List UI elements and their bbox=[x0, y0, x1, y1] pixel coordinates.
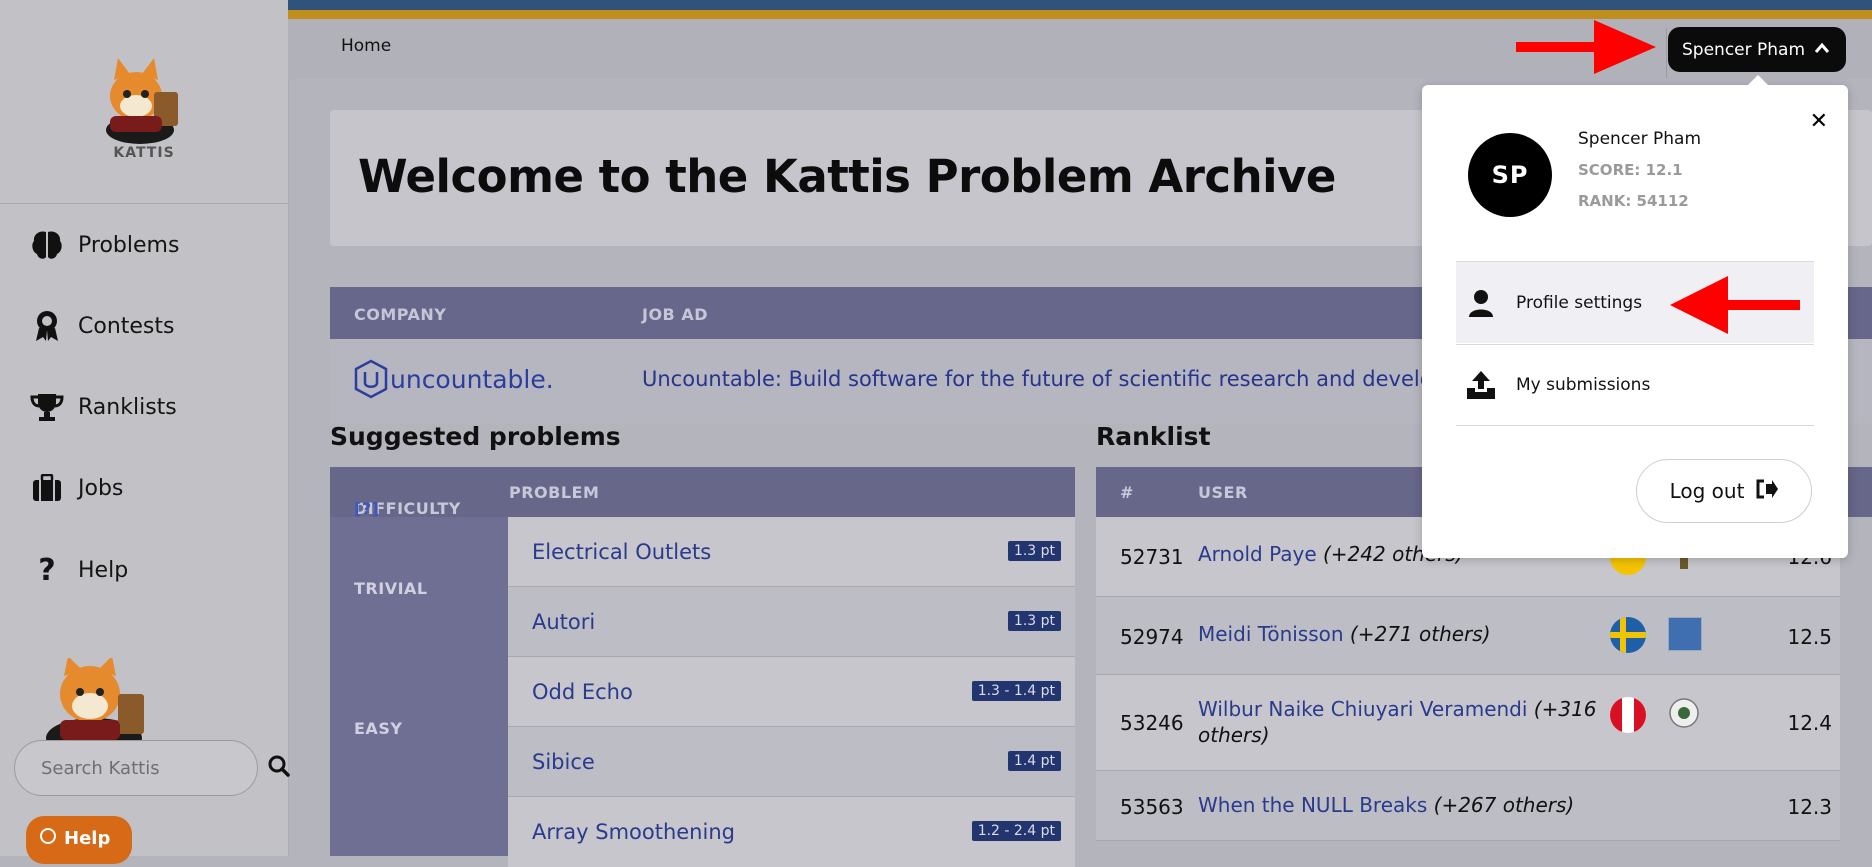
red-arrow-left-icon bbox=[1670, 272, 1800, 342]
column-header-company: COMPANY bbox=[354, 305, 447, 324]
user-link[interactable]: When the NULL Breaks (+267 others) bbox=[1198, 792, 1598, 818]
upload-icon bbox=[1466, 370, 1496, 400]
search-input[interactable] bbox=[39, 756, 268, 780]
menu-item-label: Profile settings bbox=[1516, 292, 1643, 313]
help-circle-icon bbox=[40, 828, 56, 844]
rank-score: 12.4 bbox=[1787, 711, 1832, 735]
sidebar-item-problems[interactable]: Problems bbox=[30, 225, 179, 265]
ranklist-row[interactable]: 53563 When the NULL Breaks (+267 others)… bbox=[1096, 771, 1840, 841]
points-badge: 1.2 - 2.4 pt bbox=[971, 821, 1061, 841]
sidebar-item-jobs[interactable]: Jobs bbox=[30, 468, 123, 508]
rank-number: 53246 bbox=[1120, 711, 1184, 735]
rank-score: 12.3 bbox=[1787, 795, 1832, 819]
menu-item-my-submissions[interactable]: My submissions bbox=[1456, 344, 1814, 426]
brain-icon bbox=[30, 228, 64, 262]
problem-link[interactable]: Array Smoothening bbox=[532, 820, 735, 844]
sidebar: KATTIS Problems Contests Ranklists Jobs … bbox=[0, 0, 290, 864]
sidebar-item-label: Help bbox=[78, 557, 129, 583]
profile-name[interactable]: Spencer Pham bbox=[1578, 129, 1701, 149]
search-icon[interactable] bbox=[268, 755, 290, 781]
points-badge: 1.3 - 1.4 pt bbox=[971, 681, 1061, 701]
rank-score: 12.5 bbox=[1787, 625, 1832, 649]
points-badge: 1.3 pt bbox=[1007, 541, 1061, 561]
avatar[interactable]: SP bbox=[1468, 133, 1552, 217]
close-icon[interactable]: ✕ bbox=[1810, 109, 1828, 134]
uncountable-hex-icon bbox=[354, 359, 388, 399]
kth-badge-icon bbox=[1668, 617, 1702, 651]
company-name: uncountable. bbox=[390, 364, 554, 394]
profile-score: SCORE: 12.1 bbox=[1578, 161, 1683, 179]
problem-row[interactable]: Array Smoothening 1.2 - 2.4 pt bbox=[508, 797, 1075, 867]
sign-out-icon bbox=[1756, 479, 1779, 504]
question-icon: ? bbox=[38, 552, 56, 588]
difficulty-easy: EASY bbox=[354, 719, 403, 738]
sidebar-item-label: Problems bbox=[78, 232, 180, 258]
sidebar-item-label: Ranklists bbox=[78, 394, 177, 420]
column-header-rank: # bbox=[1120, 483, 1134, 502]
ranklist-row[interactable]: 53246 Wilbur Naike Chiuyari Veramendi (+… bbox=[1096, 675, 1840, 771]
suggested-problems-title: Suggested problems bbox=[330, 422, 621, 451]
page-title: Welcome to the Kattis Problem Archive bbox=[358, 150, 1336, 203]
help-widget-label: Help bbox=[64, 828, 111, 849]
top-accent-bar bbox=[288, 0, 1872, 10]
sidebar-item-contests[interactable]: Contests bbox=[30, 306, 174, 346]
company-logo[interactable]: uncountable. bbox=[354, 359, 554, 399]
user-icon bbox=[1466, 288, 1496, 318]
award-icon bbox=[30, 309, 64, 343]
ranklist-row[interactable]: 52974 Meidi Tönisson (+271 others) 12.5 bbox=[1096, 597, 1840, 675]
sidebar-item-help[interactable]: ? Help bbox=[30, 550, 128, 590]
job-ad-link[interactable]: Uncountable: Build software for the futu… bbox=[642, 367, 1466, 391]
suggested-table-header: DIFFICULTY [?] PROBLEM bbox=[330, 467, 1075, 518]
user-link[interactable]: Meidi Tönisson (+271 others) bbox=[1198, 621, 1598, 647]
trophy-icon bbox=[30, 390, 64, 424]
sidebar-item-ranklists[interactable]: Ranklists bbox=[30, 387, 177, 427]
sidebar-divider bbox=[0, 203, 288, 204]
logout-label: Log out bbox=[1669, 479, 1745, 503]
difficulty-help-link[interactable]: [?] bbox=[354, 499, 379, 518]
problem-row[interactable]: Autori 1.3 pt bbox=[508, 587, 1075, 657]
dropdown-caret bbox=[1747, 75, 1769, 86]
profile-rank: RANK: 54112 bbox=[1578, 192, 1689, 210]
problem-row[interactable]: Electrical Outlets 1.3 pt bbox=[508, 517, 1075, 587]
header-divider bbox=[1666, 28, 1667, 78]
kattis-mascot-image bbox=[44, 656, 164, 758]
flag-peru-icon bbox=[1610, 697, 1646, 733]
points-badge: 1.3 pt bbox=[1007, 611, 1061, 631]
menu-item-label: My submissions bbox=[1516, 375, 1651, 395]
user-link[interactable]: Wilbur Naike Chiuyari Veramendi (+316 ot… bbox=[1198, 696, 1598, 748]
kattis-cat-icon bbox=[106, 58, 178, 144]
difficulty-trivial: TRIVIAL bbox=[354, 579, 428, 598]
ranklist-title: Ranklist bbox=[1096, 422, 1211, 451]
kattis-logo[interactable] bbox=[0, 54, 288, 148]
rank-number: 52731 bbox=[1120, 545, 1184, 569]
flag-sweden-icon bbox=[1610, 617, 1646, 653]
help-widget-button[interactable]: Help bbox=[26, 816, 132, 864]
problem-link[interactable]: Odd Echo bbox=[532, 680, 633, 704]
user-menu-button[interactable]: Spencer Pham bbox=[1668, 27, 1846, 72]
sidebar-item-label: Contests bbox=[78, 313, 175, 339]
user-menu-label: Spencer Pham bbox=[1682, 39, 1806, 60]
column-header-user: USER bbox=[1198, 483, 1248, 502]
problem-link[interactable]: Electrical Outlets bbox=[532, 540, 711, 564]
points-badge: 1.4 pt bbox=[1007, 751, 1061, 771]
sidebar-item-label: Jobs bbox=[78, 475, 124, 501]
rank-number: 53563 bbox=[1120, 795, 1184, 819]
column-header-problem: PROBLEM bbox=[509, 483, 600, 502]
difficulty-column: TRIVIAL EASY bbox=[330, 517, 508, 856]
kattis-label: KATTIS bbox=[113, 145, 175, 161]
rank-number: 52974 bbox=[1120, 625, 1184, 649]
problem-row[interactable]: Odd Echo 1.3 - 1.4 pt bbox=[508, 657, 1075, 727]
briefcase-icon bbox=[30, 471, 64, 505]
column-header-job-ad: JOB AD bbox=[642, 305, 708, 324]
university-seal-icon bbox=[1668, 697, 1700, 729]
problem-row[interactable]: Sibice 1.4 pt bbox=[508, 727, 1075, 797]
search-box bbox=[14, 740, 290, 796]
logout-button[interactable]: Log out bbox=[1636, 459, 1812, 523]
problem-link[interactable]: Sibice bbox=[532, 750, 595, 774]
problem-link[interactable]: Autori bbox=[532, 610, 595, 634]
red-arrow-right-icon bbox=[1516, 16, 1656, 84]
breadcrumb-home[interactable]: Home bbox=[341, 36, 391, 56]
chevron-up-icon bbox=[1812, 38, 1832, 63]
